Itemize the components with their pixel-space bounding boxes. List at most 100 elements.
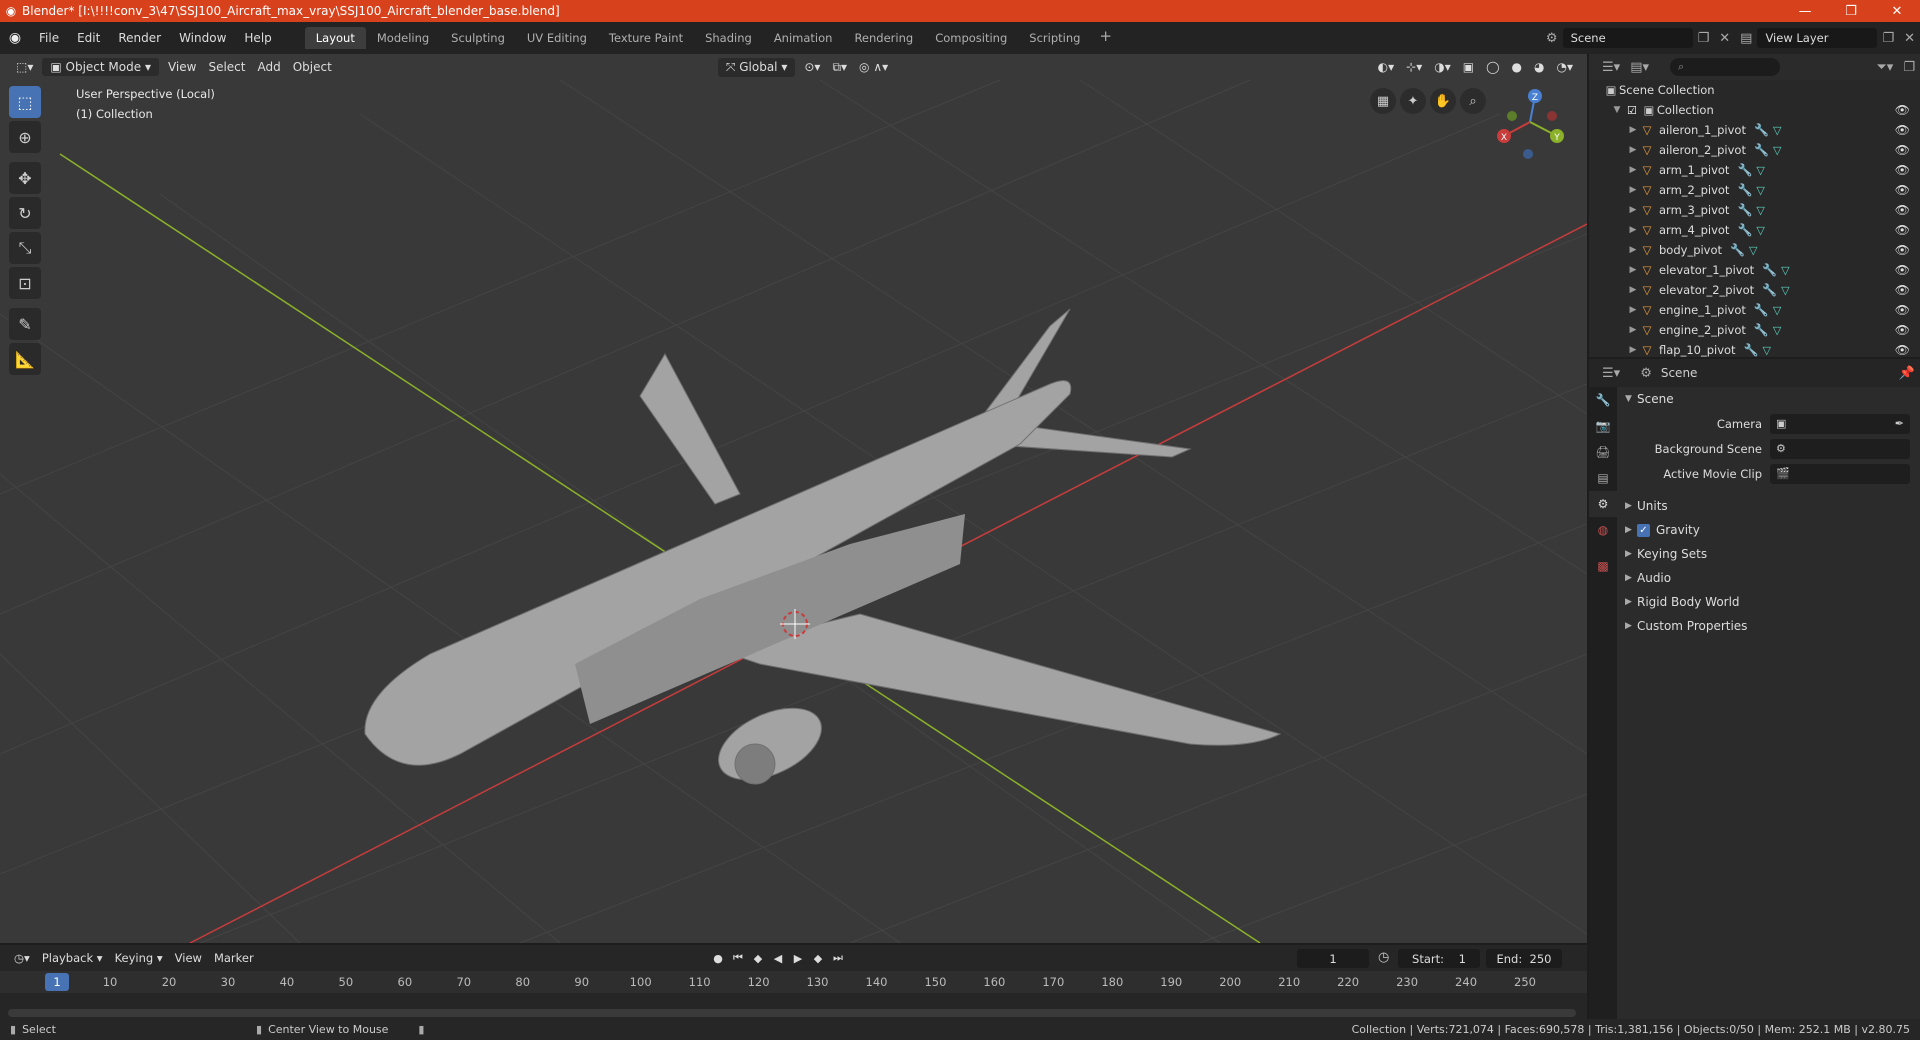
mesh-data-icon[interactable]: ▽ (1756, 184, 1764, 197)
tab-layout[interactable]: Layout (304, 27, 366, 49)
active-movie-clip-field[interactable]: 🎬 (1770, 463, 1910, 484)
mesh-data-icon[interactable]: ▽ (1773, 124, 1781, 137)
visibility-eye-icon[interactable]: 👁 (1895, 323, 1910, 337)
mode-dropdown[interactable]: ▣ Object Mode ▾ (42, 58, 159, 76)
item-expand-icon[interactable]: ▶ (1627, 345, 1639, 355)
modifier-wrench-icon[interactable]: 🔧 (1737, 183, 1752, 197)
end-frame-field[interactable]: End: 250 (1486, 949, 1562, 968)
3d-viewport[interactable]: ⬚▾ ▣ Object Mode ▾ View Select Add Objec… (0, 54, 1587, 943)
menu-add[interactable]: Add (251, 58, 286, 76)
keying-sets-panel[interactable]: ▶ Keying Sets (1617, 542, 1920, 566)
collection-row[interactable]: ▼ ☑ ▣ Collection 👁 (1589, 100, 1920, 120)
mesh-data-icon[interactable]: ▽ (1756, 164, 1764, 177)
visibility-eye-icon[interactable]: 👁 (1895, 143, 1910, 157)
audio-panel[interactable]: ▶ Audio (1617, 566, 1920, 590)
item-expand-icon[interactable]: ▶ (1627, 265, 1639, 275)
visibility-eye-icon[interactable]: 👁 (1895, 283, 1910, 297)
shading-solid-icon[interactable]: ● (1506, 58, 1528, 76)
jump-start-icon[interactable]: ⏮ (728, 951, 748, 965)
current-frame-field[interactable]: 1 (1297, 949, 1369, 968)
rotate-tool[interactable]: ↻ (9, 197, 41, 229)
outliner-item[interactable]: ▶ ▽ aileron_1_pivot 🔧 ▽ 👁 (1589, 120, 1920, 140)
mesh-data-icon[interactable]: ▽ (1763, 344, 1771, 357)
snap-icon[interactable]: ⧉▾ (826, 58, 853, 77)
modifier-wrench-icon[interactable]: 🔧 (1754, 123, 1769, 137)
blender-menu-icon[interactable]: ◉ (0, 30, 30, 46)
mesh-data-icon[interactable]: ▽ (1773, 144, 1781, 157)
item-expand-icon[interactable]: ▶ (1627, 125, 1639, 135)
shading-rendered-icon[interactable]: ◔▾ (1551, 58, 1580, 76)
outliner-search-input[interactable]: ⌕ (1670, 58, 1780, 76)
outliner-item[interactable]: ▶ ▽ arm_4_pivot 🔧 ▽ 👁 (1589, 220, 1920, 240)
close-button[interactable]: ✕ (1874, 4, 1920, 19)
menu-edit[interactable]: Edit (68, 31, 109, 45)
cursor-tool[interactable]: ⊕ (9, 121, 41, 153)
minimize-button[interactable]: — (1782, 4, 1828, 19)
tab-view-layer-icon[interactable]: ▤ (1589, 465, 1617, 491)
start-frame-field[interactable]: Start: 1 (1398, 949, 1480, 968)
mesh-data-icon[interactable]: ▽ (1781, 264, 1789, 277)
visibility-eye-icon[interactable]: 👁 (1895, 223, 1910, 237)
tab-render-icon[interactable]: 📷 (1589, 413, 1617, 439)
mesh-data-icon[interactable]: ▽ (1749, 244, 1757, 257)
outliner-item[interactable]: ▶ ▽ body_pivot 🔧 ▽ 👁 (1589, 240, 1920, 260)
maximize-button[interactable]: ❐ (1828, 4, 1874, 19)
orientation-dropdown[interactable]: ⤧ Global ▾ (717, 57, 796, 77)
outliner-item[interactable]: ▶ ▽ arm_1_pivot 🔧 ▽ 👁 (1589, 160, 1920, 180)
next-keyframe-icon[interactable]: ◆ (808, 952, 828, 965)
proportional-edit-icon[interactable]: ◎ ∧▾ (853, 58, 894, 76)
tab-scene-icon[interactable]: ⚙ (1589, 491, 1617, 517)
visibility-eye-icon[interactable]: 👁 (1895, 243, 1910, 257)
custom-properties-panel[interactable]: ▶ Custom Properties (1617, 614, 1920, 638)
collection-expand-icon[interactable]: ▼ (1611, 105, 1623, 115)
tab-output-icon[interactable]: 🖨 (1589, 439, 1617, 465)
outliner-item[interactable]: ▶ ▽ flap_10_pivot 🔧 ▽ 👁 (1589, 340, 1920, 357)
delete-scene-icon[interactable]: ✕ (1714, 31, 1735, 46)
visibility-eye-icon[interactable]: 👁 (1895, 183, 1910, 197)
record-icon[interactable]: ● (708, 952, 728, 965)
frame-ruler[interactable]: 1102030405060708090100110120130140150160… (0, 971, 1587, 993)
visibility-eye-icon[interactable]: 👁 (1895, 163, 1910, 177)
rigid-body-world-panel[interactable]: ▶ Rigid Body World (1617, 590, 1920, 614)
tab-rendering[interactable]: Rendering (843, 27, 924, 49)
tab-sculpting[interactable]: Sculpting (440, 27, 516, 49)
modifier-wrench-icon[interactable]: 🔧 (1754, 143, 1769, 157)
modifier-wrench-icon[interactable]: 🔧 (1737, 223, 1752, 237)
modifier-wrench-icon[interactable]: 🔧 (1762, 283, 1777, 297)
units-panel[interactable]: ▶ Units (1617, 494, 1920, 518)
camera-view-icon[interactable]: ✦ (1400, 88, 1426, 114)
background-scene-field[interactable]: ⚙ (1770, 438, 1910, 459)
visibility-eye-icon[interactable]: 👁 (1895, 263, 1910, 277)
item-expand-icon[interactable]: ▶ (1627, 245, 1639, 255)
play-icon[interactable]: ▶ (788, 952, 808, 965)
outliner-item[interactable]: ▶ ▽ engine_1_pivot 🔧 ▽ 👁 (1589, 300, 1920, 320)
pivot-icon[interactable]: ⊙▾ (798, 58, 826, 76)
tab-modeling[interactable]: Modeling (366, 27, 440, 49)
preview-range-icon[interactable]: ◷ (1378, 950, 1389, 965)
tab-texture-paint[interactable]: Texture Paint (598, 27, 694, 49)
play-reverse-icon[interactable]: ◀ (768, 952, 788, 965)
shading-wireframe-icon[interactable]: ◯ (1480, 58, 1505, 76)
xray-icon[interactable]: ▣ (1457, 58, 1480, 76)
zoom-icon[interactable]: ⌕ (1460, 88, 1486, 114)
collection-checkbox[interactable]: ☑ (1627, 104, 1637, 117)
visibility-eye-icon[interactable]: 👁 (1895, 103, 1910, 117)
gizmo-toggle-icon[interactable]: ⊹▾ (1400, 58, 1428, 76)
scene-selector[interactable]: Scene (1562, 28, 1693, 48)
overlay-icon[interactable]: ◑▾ (1428, 58, 1457, 76)
properties-editor-icon[interactable]: ☰▾ (1597, 366, 1625, 381)
item-expand-icon[interactable]: ▶ (1627, 225, 1639, 235)
tab-scripting[interactable]: Scripting (1018, 27, 1091, 49)
tab-uv-editing[interactable]: UV Editing (516, 27, 598, 49)
visibility-eye-icon[interactable]: 👁 (1895, 123, 1910, 137)
move-tool[interactable]: ✥ (9, 162, 41, 194)
visibility-eye-icon[interactable]: 👁 (1895, 203, 1910, 217)
current-frame-marker[interactable]: 1 (45, 973, 69, 991)
outliner-item[interactable]: ▶ ▽ elevator_1_pivot 🔧 ▽ 👁 (1589, 260, 1920, 280)
outliner-item[interactable]: ▶ ▽ engine_2_pivot 🔧 ▽ 👁 (1589, 320, 1920, 340)
menu-help[interactable]: Help (235, 31, 280, 45)
delete-view-layer-icon[interactable]: ✕ (1899, 31, 1920, 46)
menu-playback[interactable]: Playback ▾ (36, 949, 109, 967)
menu-view[interactable]: View (162, 58, 202, 76)
tab-compositing[interactable]: Compositing (924, 27, 1018, 49)
